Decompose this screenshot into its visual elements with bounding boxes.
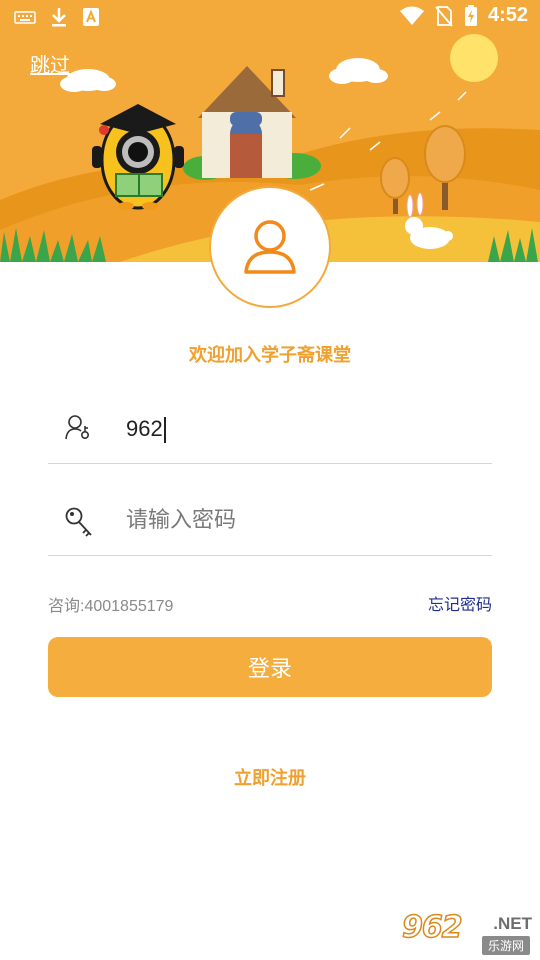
skip-link[interactable]: 跳过 bbox=[30, 49, 70, 78]
key-icon bbox=[65, 507, 92, 537]
status-bar: 4:52 bbox=[0, 0, 540, 34]
keyboard-icon bbox=[14, 11, 36, 24]
user-avatar-icon bbox=[244, 220, 296, 274]
cloud-icon bbox=[329, 58, 388, 84]
username-field[interactable]: 962 bbox=[48, 392, 492, 464]
house-icon bbox=[198, 66, 296, 178]
download-icon bbox=[52, 8, 66, 27]
watermark-logo: 962 bbox=[401, 909, 463, 946]
watermark-net: .NET bbox=[493, 914, 532, 933]
welcome-text: 欢迎加入学子斋课堂 bbox=[189, 345, 351, 366]
app-a-icon bbox=[83, 8, 99, 26]
username-input[interactable]: 962 bbox=[126, 416, 166, 444]
consult-phone: 咨询:4001855179 bbox=[48, 598, 174, 615]
password-input[interactable] bbox=[126, 502, 466, 538]
watermark: 962 .NET 乐游网 bbox=[401, 909, 534, 956]
no-sim-icon bbox=[435, 5, 453, 27]
status-time: 4:52 bbox=[487, 4, 528, 26]
user-key-icon bbox=[65, 415, 89, 440]
register-link[interactable]: 立即注册 bbox=[0, 764, 540, 790]
forgot-password-link[interactable]: 忘记密码 bbox=[428, 591, 492, 615]
text-cursor bbox=[163, 417, 166, 444]
watermark-subtitle: 乐游网 bbox=[481, 936, 530, 955]
wifi-icon bbox=[399, 6, 424, 25]
password-field[interactable] bbox=[48, 484, 492, 556]
sun-icon bbox=[450, 34, 498, 82]
avatar[interactable] bbox=[209, 186, 331, 308]
battery-charging-icon bbox=[464, 4, 477, 26]
login-button[interactable]: 登录 bbox=[48, 637, 492, 697]
